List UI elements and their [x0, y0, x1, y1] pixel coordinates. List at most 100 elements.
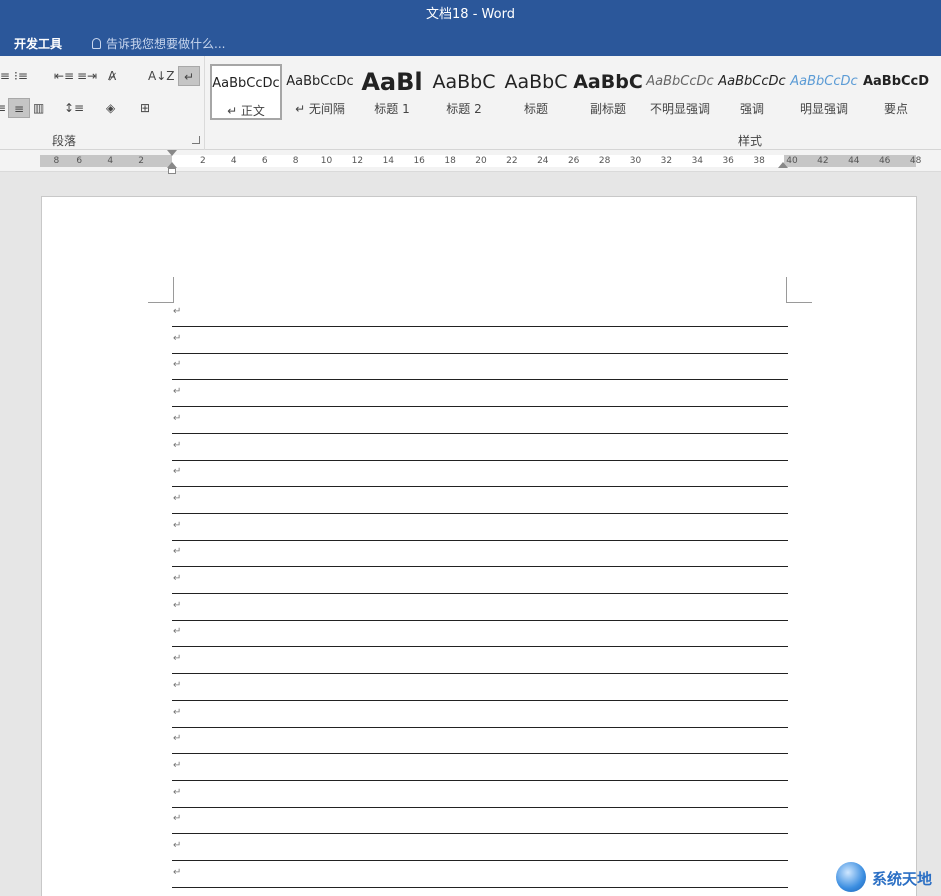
paragraph-mark: ↵ [173, 653, 182, 665]
document-line[interactable]: ↵ [172, 327, 788, 354]
ruler-tick-label: 6 [261, 156, 268, 166]
document-line[interactable]: ↵ [172, 754, 788, 781]
document-line[interactable]: ↵ [172, 407, 788, 434]
align-center-button[interactable]: ≡ [8, 98, 30, 118]
document-line[interactable]: ↵ [172, 807, 788, 835]
paragraph-mark: ↵ [173, 546, 182, 558]
sort-button[interactable]: A↓Z [148, 66, 174, 86]
align-left-button[interactable]: ≡ [0, 98, 6, 118]
paragraph-mark: ↵ [173, 786, 182, 798]
paragraph-mark: ↵ [173, 359, 182, 371]
style-title[interactable]: AaBbC 标题 [500, 64, 572, 120]
document-line[interactable]: ↵ [172, 861, 788, 888]
paragraph-mark: ↵ [173, 840, 182, 851]
paragraph-mark: ↵ [173, 306, 182, 317]
ruler-tick-label: 6 [76, 156, 83, 166]
document-line[interactable]: ↵ [172, 674, 788, 701]
ruler-tick-label: 20 [475, 156, 487, 166]
style-preview: AaBbCcD [862, 74, 930, 89]
ruler-tick-label: 2 [200, 156, 206, 166]
document-line[interactable]: ↵ [172, 781, 788, 808]
paragraph-mark: ↵ [173, 706, 182, 718]
document-line[interactable]: ↵ [172, 727, 788, 755]
show-marks-button[interactable]: ↵ [178, 66, 200, 86]
bullets-button[interactable]: ⁝≡ [0, 66, 10, 86]
paragraph-mark: ↵ [173, 519, 182, 531]
ruler-tick-label: 10 [320, 156, 333, 166]
borders-button[interactable]: ⊞ [140, 98, 150, 118]
ruler-tick-label: 24 [537, 156, 549, 166]
document-line[interactable]: ↵ [172, 300, 788, 327]
ruler-tick-label: 44 [848, 156, 860, 166]
paragraph-mark: ↵ [173, 866, 182, 878]
style-preview: AaBbC [504, 71, 568, 93]
paragraph-mark: ↵ [173, 599, 182, 611]
document-line[interactable]: ↵ [172, 460, 788, 488]
style-normal[interactable]: AaBbCcDc ↵ 正文 [210, 64, 282, 120]
style-subtle-emphasis[interactable]: AaBbCcDc 不明显强调 [644, 64, 716, 120]
ribbon: ⁝≡ ⁝≡ ⇤≡ ≡⇥ A̷ A↓Z ↵ ≡ ≡ ▥ ↕≡ ◈ ⊞ 段落 AaB… [0, 56, 941, 150]
paragraph-mark: ↵ [173, 813, 182, 825]
decrease-indent-button[interactable]: ⇤≡ [54, 66, 74, 86]
paragraph-group: ⁝≡ ⁝≡ ⇤≡ ≡⇥ A̷ A↓Z ↵ ≡ ≡ ▥ ↕≡ ◈ ⊞ 段落 [0, 56, 205, 150]
document-line[interactable]: ↵ [172, 487, 788, 514]
style-subtitle[interactable]: AaBbC 副标题 [572, 64, 644, 120]
ruler-area: 8 6 4 2 2 4 6 8 10 12 14 16 18 20 22 24 26 28 30 32 34 36 38 40… [0, 150, 941, 172]
style-name: ↵ 无间隔 [295, 102, 345, 116]
style-strong[interactable]: AaBbCcD 要点 [860, 64, 932, 120]
ruler-tick-label: 4 [107, 156, 114, 166]
margin-corner-top-left [148, 277, 174, 303]
right-indent-marker[interactable] [778, 162, 788, 168]
document-line[interactable]: ↵ [172, 434, 788, 461]
style-name: ↵ 正文 [227, 104, 265, 118]
document-line[interactable]: ↵ [172, 594, 788, 621]
paragraph-mark: ↵ [173, 679, 182, 691]
tab-developer[interactable]: 开发工具 [14, 35, 62, 52]
tell-me-text: 告诉我您想要做什么... [106, 37, 226, 51]
style-heading-1[interactable]: AaBl 标题 1 [356, 64, 428, 120]
document-line[interactable]: ↵ [172, 647, 788, 675]
style-preview: AaBbCcDc [212, 76, 280, 91]
left-indent-marker[interactable] [168, 168, 176, 174]
style-preview: AaBbCcDc [790, 74, 858, 89]
document-line[interactable]: ↵ [172, 514, 788, 541]
tell-me-box[interactable]: 告诉我您想要做什么... [92, 35, 225, 52]
increase-indent-button[interactable]: ≡⇥ [77, 66, 97, 86]
ruler-tick-label: 2 [138, 156, 144, 166]
document-line[interactable]: ↵ [172, 380, 788, 408]
document-line[interactable]: ↵ [172, 620, 788, 648]
paragraph-mark: ↵ [173, 492, 182, 504]
document-line[interactable]: ↵ [172, 834, 788, 861]
style-intense-emphasis[interactable]: AaBbCcDc 明显强调 [788, 64, 860, 120]
document-line[interactable]: ↵ [172, 353, 788, 381]
paragraph-mark: ↵ [173, 412, 182, 424]
style-preview: AaBbC [432, 71, 496, 93]
document-line[interactable]: ↵ [172, 701, 788, 728]
ruler-tick-label: 26 [567, 156, 580, 166]
paragraph-launcher-icon[interactable] [192, 136, 200, 144]
style-preview: AaBbCcDc [286, 74, 354, 89]
first-line-indent-marker[interactable] [167, 150, 177, 156]
document-line[interactable]: ↵ [172, 567, 788, 594]
style-emphasis[interactable]: AaBbCcDc 强调 [716, 64, 788, 120]
ruler-tick-label: 38 [753, 156, 765, 166]
styles-group-label: 样式 [738, 134, 763, 148]
justify-button[interactable]: ▥ [33, 98, 44, 118]
ruler-tick-label: 8 [292, 156, 299, 166]
style-name: 标题 1 [374, 102, 410, 116]
shading-button[interactable]: ◈ [106, 98, 115, 118]
ruler-tick-label: 4 [230, 156, 237, 166]
lightbulb-icon [92, 38, 101, 49]
paragraph-mark: ↵ [173, 466, 182, 478]
style-name: 强调 [739, 102, 764, 116]
line-spacing-button[interactable]: ↕≡ [64, 98, 84, 118]
style-no-spacing[interactable]: AaBbCcDc ↵ 无间隔 [284, 64, 356, 120]
chinese-layout-button[interactable]: A̷ [108, 66, 116, 86]
title-bar: 文档18 - Word [0, 0, 941, 30]
document-line[interactable]: ↵ [172, 540, 788, 568]
multilevel-list-button[interactable]: ⁝≡ [14, 66, 28, 86]
margin-corner-top-right [786, 277, 812, 303]
document-page[interactable]: ↵ ↵ ↵ ↵ ↵ ↵ ↵ ↵ ↵ ↵ ↵ ↵ ↵ ↵ ↵ ↵ ↵ ↵ ↵ ↵ ↵ ↵ [41, 196, 917, 896]
ruler-tick-label: 18 [444, 156, 456, 166]
style-heading-2[interactable]: AaBbC 标题 2 [428, 64, 500, 120]
